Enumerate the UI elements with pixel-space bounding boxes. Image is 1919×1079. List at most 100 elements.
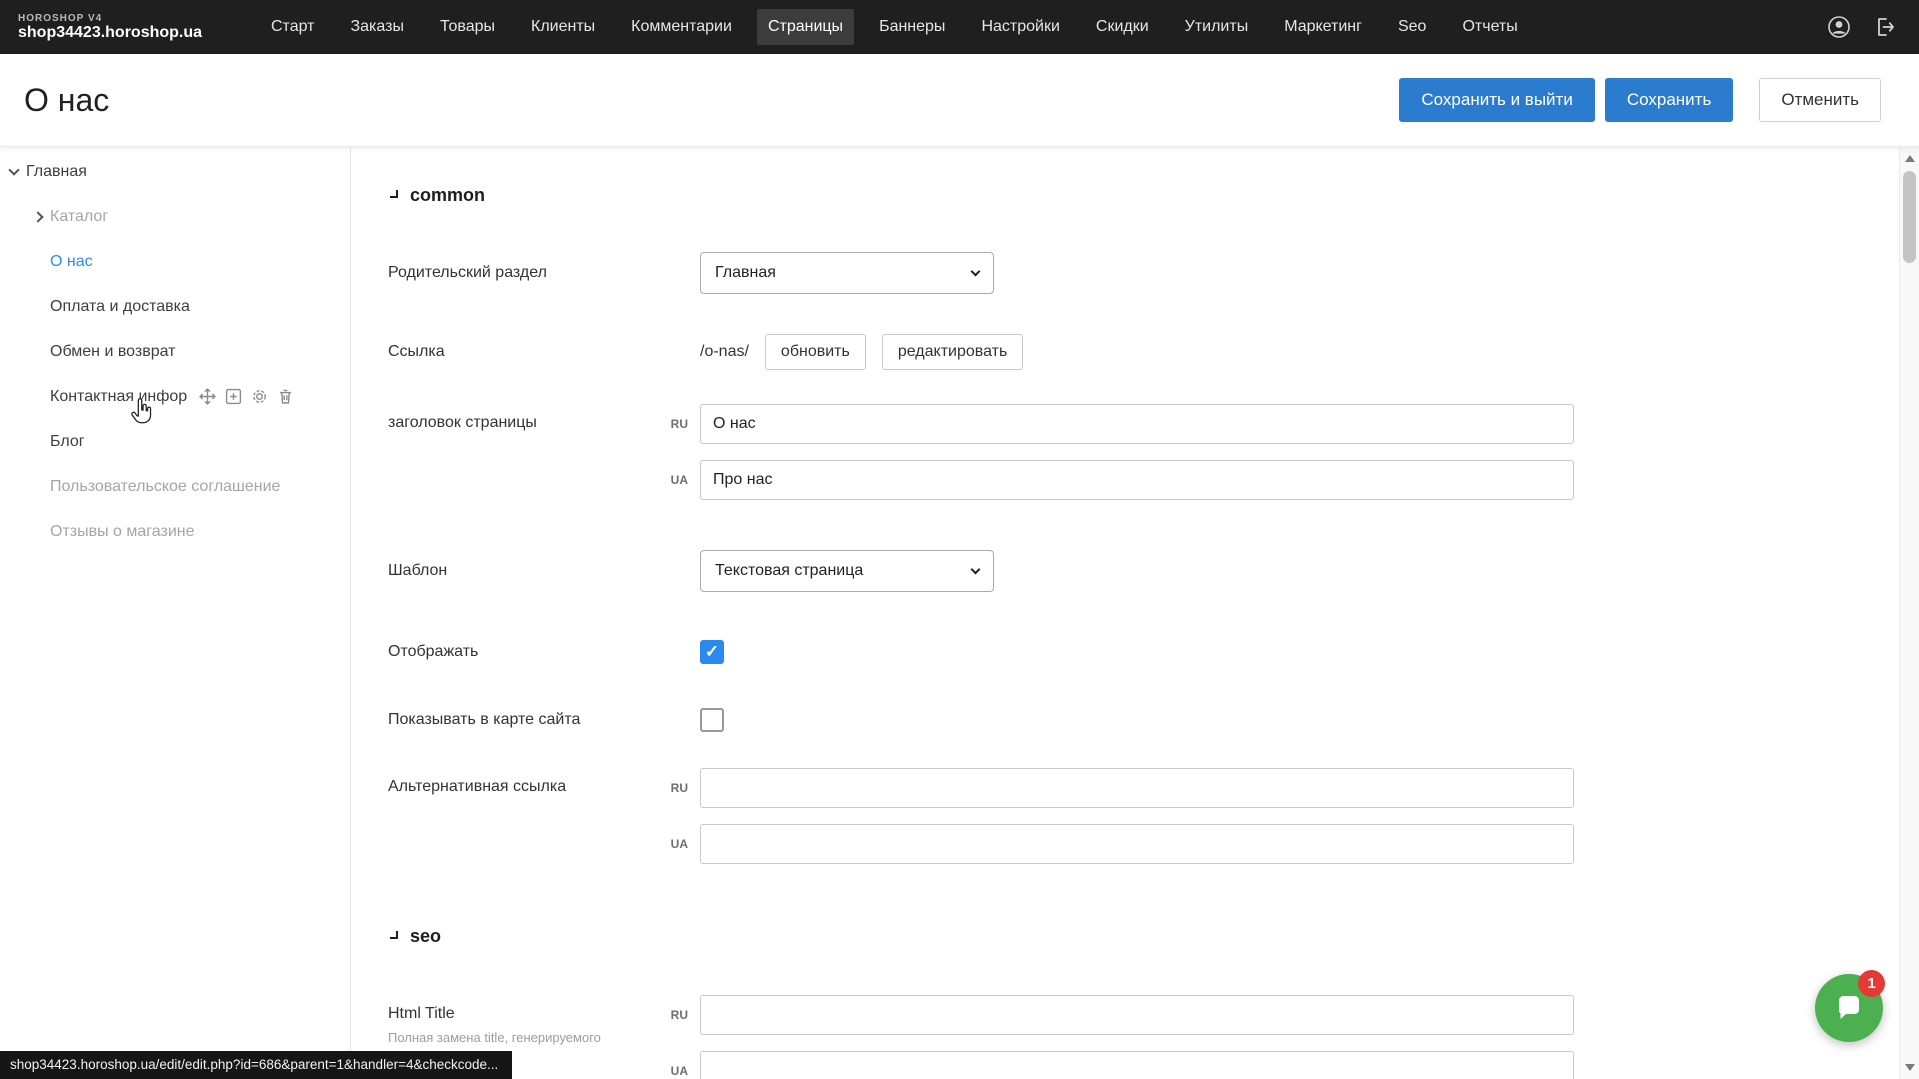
page-edit-form: common Родительский раздел Главная Ссылк… bbox=[352, 147, 1899, 1079]
template-select[interactable]: Текстовая страница bbox=[700, 550, 994, 592]
chevron-down-icon[interactable] bbox=[8, 164, 19, 175]
main-nav: Старт Заказы Товары Клиенты Комментарии … bbox=[260, 9, 1827, 45]
sidebar-item-katalog[interactable]: Каталог bbox=[0, 194, 350, 239]
chevron-down-icon bbox=[390, 190, 398, 198]
nav-utilities[interactable]: Утилиты bbox=[1174, 9, 1260, 45]
scroll-up-arrow[interactable] bbox=[1905, 155, 1915, 162]
vertical-scrollbar[interactable] bbox=[1899, 147, 1919, 1079]
nav-discounts[interactable]: Скидки bbox=[1085, 9, 1160, 45]
brand[interactable]: HOROSHOP V4 shop34423.horoshop.ua bbox=[0, 13, 260, 42]
header-actions: Сохранить и выйти Сохранить Отменить bbox=[1399, 78, 1919, 122]
lang-badge-ru: RU bbox=[650, 781, 700, 795]
logout-icon[interactable] bbox=[1873, 15, 1897, 39]
add-page-icon[interactable] bbox=[225, 388, 242, 405]
brand-version: HOROSHOP V4 bbox=[18, 13, 240, 24]
field-alt-link: Альтернативная ссылка RU UA bbox=[388, 768, 1899, 864]
field-template: Шаблон Текстовая страница bbox=[388, 550, 1899, 592]
nav-reports[interactable]: Отчеты bbox=[1451, 9, 1528, 45]
sidebar-item-label: Пользовательское соглашение bbox=[50, 478, 280, 496]
chat-unread-badge: 1 bbox=[1858, 970, 1885, 997]
sidebar-item-obmen[interactable]: Обмен и возврат bbox=[0, 329, 350, 374]
field-label-block: Html Title Полная замена title, генериру… bbox=[388, 995, 650, 1046]
page-header: О нас Сохранить и выйти Сохранить Отмени… bbox=[0, 54, 1919, 147]
lang-badge-ua: UA bbox=[650, 1064, 700, 1078]
sitemap-checkbox[interactable] bbox=[700, 708, 724, 732]
status-url-tooltip: shop34423.horoshop.ua/edit/edit.php?id=6… bbox=[0, 1051, 512, 1079]
sidebar-item-label: Каталог bbox=[50, 208, 108, 226]
gear-icon[interactable] bbox=[251, 388, 268, 405]
nav-marketing[interactable]: Маркетинг bbox=[1273, 9, 1373, 45]
lang-badge-ua: UA bbox=[650, 473, 700, 487]
brand-domain: shop34423.horoshop.ua bbox=[18, 24, 240, 42]
field-html-title: Html Title Полная замена title, генериру… bbox=[388, 995, 1899, 1079]
selected-value: Текстовая страница bbox=[715, 562, 863, 580]
field-sitemap: Показывать в карте сайта bbox=[388, 708, 1899, 732]
chevron-right-icon[interactable] bbox=[32, 211, 43, 222]
section-seo[interactable]: seo bbox=[388, 926, 1899, 947]
sidebar-item-kontaktnaya[interactable]: Контактная инфор bbox=[0, 374, 350, 419]
sidebar-item-glavnaya[interactable]: Главная bbox=[0, 149, 350, 194]
display-checkbox[interactable]: ✓ bbox=[700, 640, 724, 664]
app-window: HOROSHOP V4 shop34423.horoshop.ua Старт … bbox=[0, 0, 1919, 1079]
nav-orders[interactable]: Заказы bbox=[339, 9, 414, 45]
sidebar-item-o-nas[interactable]: О нас bbox=[0, 239, 350, 284]
sidebar-item-label: Оплата и доставка bbox=[50, 298, 190, 316]
link-path: /o-nas/ bbox=[700, 343, 749, 361]
field-page-title: заголовок страницы RU UA bbox=[388, 404, 1899, 500]
field-display: Отображать ✓ bbox=[388, 640, 1899, 664]
chevron-down-icon bbox=[971, 267, 981, 277]
html-title-ru-input[interactable] bbox=[700, 995, 1574, 1035]
nav-clients[interactable]: Клиенты bbox=[520, 9, 606, 45]
nav-banners[interactable]: Баннеры bbox=[868, 9, 956, 45]
page-title-ua-input[interactable] bbox=[700, 460, 1574, 500]
scroll-down-arrow[interactable] bbox=[1905, 1064, 1915, 1071]
nav-settings[interactable]: Настройки bbox=[970, 9, 1070, 45]
html-title-ua-input[interactable] bbox=[700, 1051, 1574, 1079]
alt-link-ru-input[interactable] bbox=[700, 768, 1574, 808]
refresh-link-button[interactable]: обновить bbox=[765, 334, 866, 370]
account-icon[interactable] bbox=[1827, 15, 1851, 39]
sidebar-item-label: Блог bbox=[50, 433, 85, 451]
field-label: Отображать bbox=[388, 643, 650, 661]
tree-item-actions bbox=[199, 388, 294, 405]
sidebar-item-label: О нас bbox=[50, 253, 93, 271]
chat-bubble-icon bbox=[1833, 992, 1865, 1024]
section-title: common bbox=[410, 185, 485, 206]
sidebar-item-oplata[interactable]: Оплата и доставка bbox=[0, 284, 350, 329]
lang-badge-ua: UA bbox=[650, 837, 700, 851]
cancel-button[interactable]: Отменить bbox=[1759, 78, 1881, 122]
alt-link-ua-input[interactable] bbox=[700, 824, 1574, 864]
nav-products[interactable]: Товары bbox=[429, 9, 506, 45]
nav-comments[interactable]: Комментарии bbox=[620, 9, 743, 45]
chat-widget-button[interactable]: 1 bbox=[1815, 974, 1883, 1042]
nav-pages[interactable]: Страницы bbox=[757, 9, 854, 45]
move-icon[interactable] bbox=[199, 388, 216, 405]
scrollbar-thumb[interactable] bbox=[1903, 171, 1916, 263]
nav-seo[interactable]: Seo bbox=[1387, 9, 1437, 45]
pages-tree-sidebar: Главная Каталог О нас Оплата и доставка … bbox=[0, 147, 351, 1079]
topbar: HOROSHOP V4 shop34423.horoshop.ua Старт … bbox=[0, 0, 1919, 54]
trash-icon[interactable] bbox=[277, 388, 294, 405]
field-hint: Полная замена title, генерируемого bbox=[388, 1030, 638, 1046]
page-title: О нас bbox=[0, 82, 1399, 119]
nav-start[interactable]: Старт bbox=[260, 9, 325, 45]
sidebar-item-blog[interactable]: Блог bbox=[0, 419, 350, 464]
sidebar-item-polzovatelskoe[interactable]: Пользовательское соглашение bbox=[0, 464, 350, 509]
sidebar-item-label: Главная bbox=[26, 163, 87, 181]
save-and-exit-button[interactable]: Сохранить и выйти bbox=[1399, 78, 1594, 122]
save-button[interactable]: Сохранить bbox=[1605, 78, 1733, 122]
field-parent-section: Родительский раздел Главная bbox=[388, 252, 1899, 294]
field-label: Ссылка bbox=[388, 343, 650, 361]
page-title-ru-input[interactable] bbox=[700, 404, 1574, 444]
field-link: Ссылка /o-nas/ обновить редактировать bbox=[388, 334, 1899, 370]
section-common[interactable]: common bbox=[388, 185, 1899, 206]
edit-link-button[interactable]: редактировать bbox=[882, 334, 1023, 370]
field-label: Альтернативная ссылка bbox=[388, 768, 650, 796]
sidebar-item-otzyvy[interactable]: Отзывы о магазине bbox=[0, 509, 350, 554]
lang-badge-ru: RU bbox=[650, 417, 700, 431]
lang-badge-ru: RU bbox=[650, 1008, 700, 1022]
chevron-down-icon bbox=[390, 931, 398, 939]
topbar-right bbox=[1827, 15, 1919, 39]
parent-section-select[interactable]: Главная bbox=[700, 252, 994, 294]
field-label: Шаблон bbox=[388, 562, 650, 580]
